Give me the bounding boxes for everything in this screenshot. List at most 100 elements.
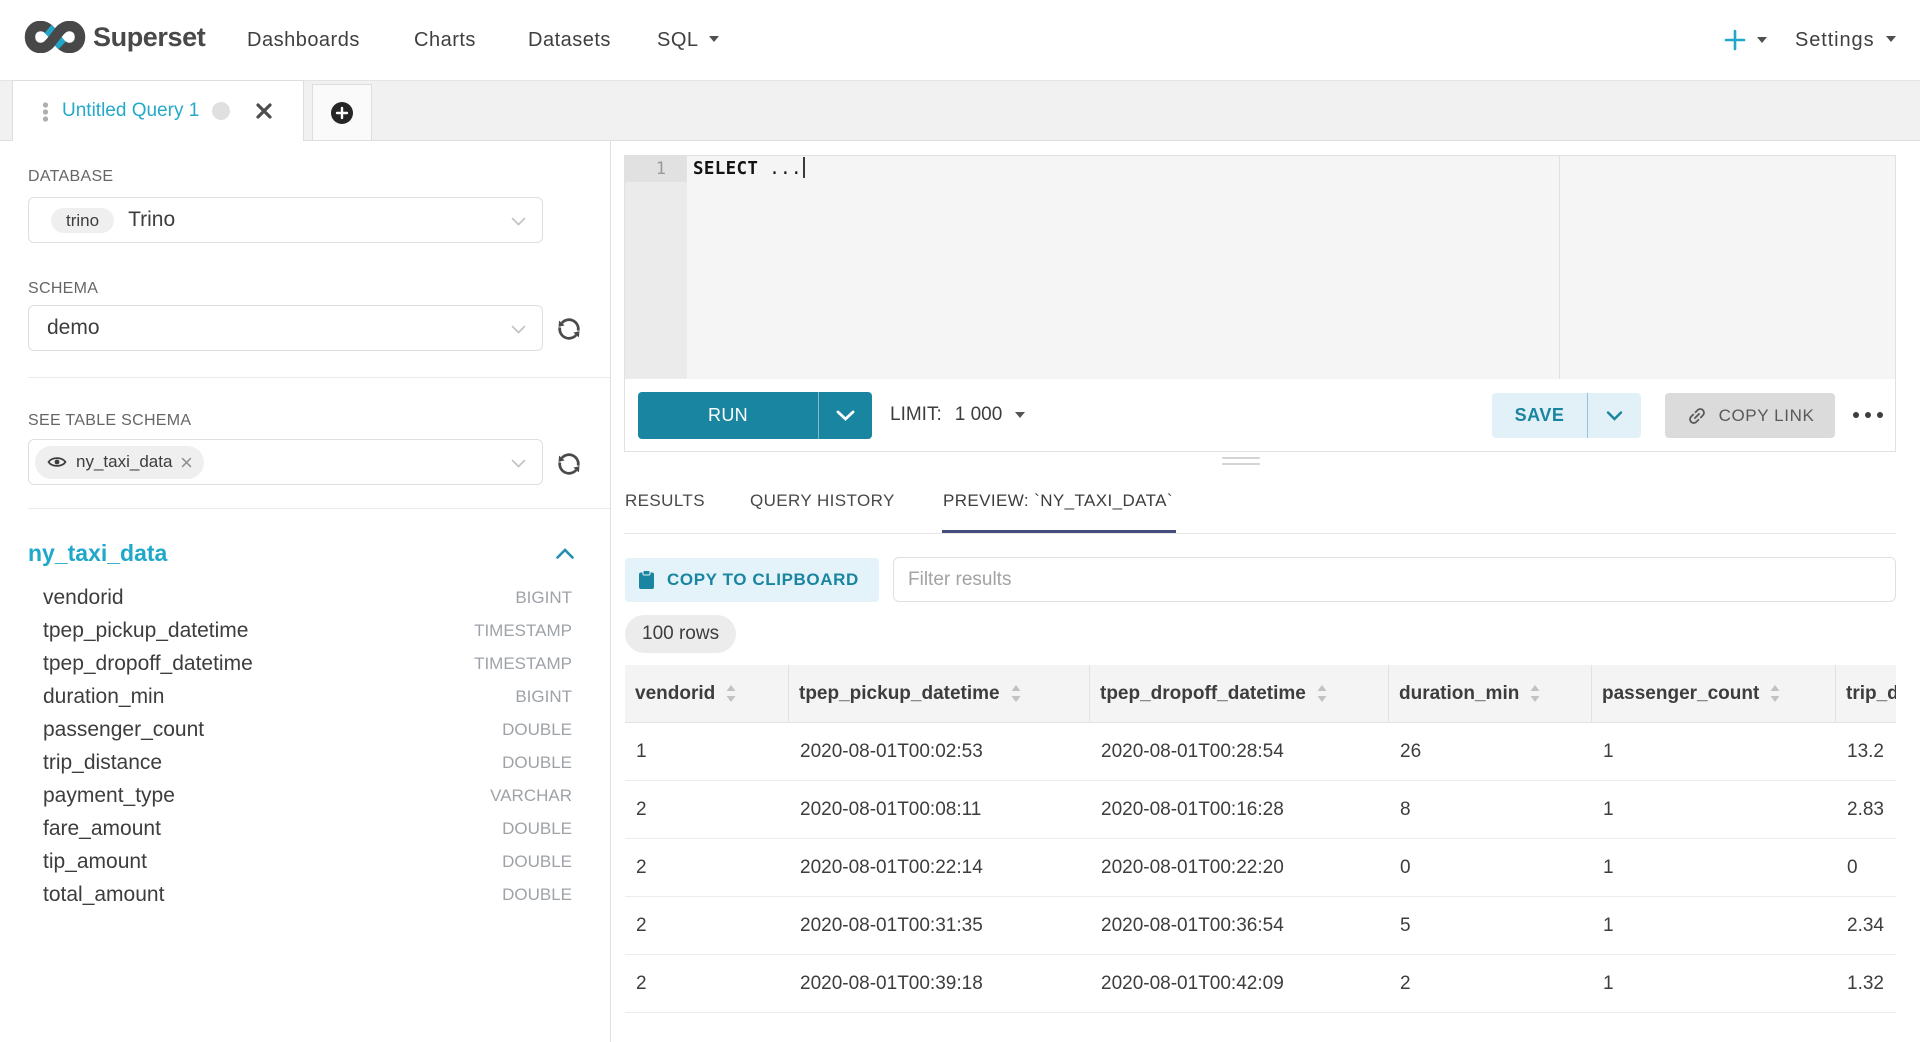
add-tab-button[interactable] [312,84,372,141]
cell: 2020-08-01T00:22:14 [789,839,1090,896]
limit-dropdown[interactable]: LIMIT: 1 000 [890,379,1025,451]
sql-editor-area[interactable]: 1 SELECT ... [625,156,1895,379]
save-options-button[interactable] [1588,393,1641,438]
column-type: DOUBLE [502,819,572,839]
tab-preview[interactable]: PREVIEW: `NY_TAXI_DATA` [943,491,1173,511]
drag-line [1222,463,1260,465]
nav-item-datasets[interactable]: Datasets [528,0,611,80]
query-tab-active[interactable]: Untitled Query 1 [12,80,304,141]
editor-code-line[interactable]: SELECT ... [693,156,805,182]
column-name: tip_amount [43,850,147,874]
tab-query-history[interactable]: QUERY HISTORY [750,491,895,511]
cell: 2020-08-01T00:31:35 [789,897,1090,954]
table-row[interactable]: 1 2020-08-01T00:02:53 2020-08-01T00:28:5… [625,723,1896,781]
new-item-button[interactable] [1723,0,1767,80]
print-margin-line [1559,156,1560,379]
chevron-down-icon [511,217,526,226]
refresh-schemas-icon[interactable] [555,315,583,343]
nav-item-charts[interactable]: Charts [414,0,476,80]
table-row[interactable]: 2 2020-08-01T00:08:11 2020-08-01T00:16:2… [625,781,1896,839]
superset-logo-icon[interactable] [24,21,86,53]
column-row: tip_amount DOUBLE [43,845,572,878]
database-select[interactable]: trino Trino [28,197,543,243]
plus-icon [1723,28,1747,52]
cell: 2020-08-01T00:28:54 [1090,723,1389,780]
column-header[interactable]: vendorid [625,665,789,722]
column-name: duration_min [43,685,164,709]
query-tab-title[interactable]: Untitled Query 1 [62,81,199,140]
table-header-row: vendorid tpep_pickup_datetime tpep_dropo… [625,665,1896,723]
run-query-button[interactable]: RUN [638,392,872,439]
sort-icon[interactable] [1769,684,1781,703]
column-row: duration_min BIGINT [43,680,572,713]
cell: 2020-08-01T00:08:11 [789,781,1090,838]
collapse-table-icon[interactable] [556,548,574,559]
drag-handle-icon[interactable] [42,102,49,122]
run-label[interactable]: RUN [638,392,819,439]
add-tab-icon [330,101,354,125]
table-select[interactable]: ny_taxi_data [28,439,543,485]
run-options-button[interactable] [819,392,872,439]
nav-item-dashboards[interactable]: Dashboards [247,0,360,80]
cell: 0 [1389,839,1592,896]
row-count-badge: 100 rows [625,615,736,653]
sort-icon[interactable] [1529,684,1541,703]
cell: 2.34 [1836,897,1896,954]
column-header[interactable]: tpep_dropoff_datetime [1090,665,1389,722]
table-row[interactable]: 2 2020-08-01T00:31:35 2020-08-01T00:36:5… [625,897,1896,955]
editor-gutter: 1 [625,156,687,379]
chevron-down-icon [511,459,526,468]
sql-editor-left-bar: DATABASE trino Trino SCHEMA demo SEE TAB… [0,141,611,1042]
cell: 2020-08-01T00:02:53 [789,723,1090,780]
sort-icon[interactable] [1010,684,1022,703]
cell: 2 [625,897,789,954]
column-header[interactable]: trip_distance [1836,665,1896,722]
cell: 2020-08-01T00:42:09 [1090,955,1389,1012]
clipboard-icon [638,570,655,590]
cell: 13.2 [1836,723,1896,780]
remove-table-icon[interactable] [181,457,192,468]
selected-table-pill: ny_taxi_data [35,446,204,479]
settings-menu[interactable]: Settings [1795,0,1896,80]
close-tab-icon[interactable] [255,102,273,120]
column-header[interactable]: duration_min [1389,665,1592,722]
drag-line [1222,457,1260,459]
table-row[interactable]: 2 2020-08-01T00:22:14 2020-08-01T00:22:2… [625,839,1896,897]
table-schema-title[interactable]: ny_taxi_data [28,540,167,567]
column-type: DOUBLE [502,852,572,872]
column-row: passenger_countDOUBLE [43,713,572,746]
nav-item-sql[interactable]: SQL [657,0,719,80]
chevron-down-icon [1757,37,1767,43]
column-header[interactable]: passenger_count [1592,665,1836,722]
table-row[interactable]: 2 2020-08-01T00:39:18 2020-08-01T00:42:0… [625,955,1896,1013]
cell: 0 [1836,839,1896,896]
more-options-icon[interactable] [1852,408,1884,422]
copy-to-clipboard-label: COPY TO CLIPBOARD [667,570,859,590]
brand-name[interactable]: Superset [93,22,205,53]
refresh-tables-icon[interactable] [555,450,583,478]
sort-icon[interactable] [1316,684,1328,703]
column-row: vendoridBIGINT [43,581,572,614]
column-row: fare_amount DOUBLE [43,812,572,845]
column-header[interactable]: tpep_pickup_datetime [789,665,1090,722]
results-table: vendorid tpep_pickup_datetime tpep_dropo… [625,665,1896,1013]
column-row: tpep_dropoff_datetimeTIMESTAMP [43,647,572,680]
column-type: BIGINT [515,687,572,707]
tab-results[interactable]: RESULTS [625,491,705,511]
cell: 8 [1389,781,1592,838]
column-name: trip_distance [43,751,162,775]
schema-value: demo [47,316,100,340]
save-query-button[interactable]: SAVE [1492,393,1641,438]
sql-editor: 1 SELECT ... RUN LIMIT: 1 000 SAVE COPY … [624,155,1896,452]
eye-icon [47,455,67,469]
schema-select[interactable]: demo [28,305,543,351]
column-name: tpep_dropoff_datetime [43,652,253,676]
sort-icon[interactable] [725,684,737,703]
filter-results-input[interactable] [893,557,1896,602]
column-name: fare_amount [43,817,161,841]
copy-to-clipboard-button[interactable]: COPY TO CLIPBOARD [625,558,879,602]
save-label[interactable]: SAVE [1492,393,1588,438]
copy-link-button[interactable]: COPY LINK [1665,393,1835,438]
column-type: DOUBLE [502,720,572,740]
column-row: total_amountDOUBLE [43,878,572,911]
